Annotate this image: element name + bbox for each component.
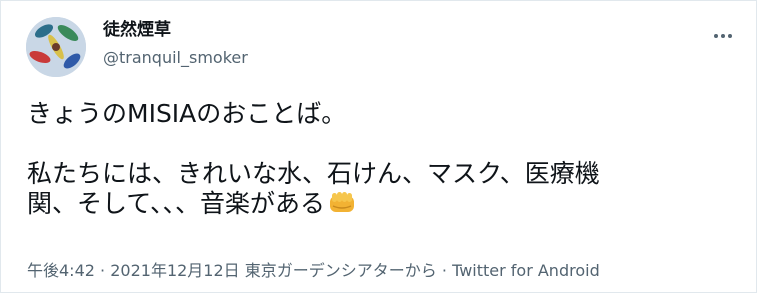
display-name[interactable]: 徒然煙草: [103, 18, 171, 42]
tweet-text: きょうのMISIAのおことば。 私たちには、きれいな水、石けん、マスク、医療機 …: [27, 99, 727, 219]
meta-separator: ·: [100, 261, 106, 280]
more-icon-glyph: [714, 34, 732, 38]
more-icon[interactable]: [710, 23, 736, 49]
tweet-location[interactable]: 東京ガーデンシアターから: [245, 261, 437, 280]
avatar[interactable]: [26, 17, 86, 77]
tweet-meta: 午後4:42 · 2021年12月12日 東京ガーデンシアターから · Twit…: [27, 259, 600, 283]
tweet-date[interactable]: 2021年12月12日: [110, 261, 239, 280]
tweet-time[interactable]: 午後4:42: [27, 261, 95, 280]
tweet-text-line-1: きょうのMISIAのおことば。: [27, 99, 347, 128]
tweet-card: 徒然煙草 @tranquil_smoker きょうのMISIAのおことば。 私た…: [0, 0, 757, 293]
meta-separator: ·: [441, 261, 447, 280]
tweet-source[interactable]: Twitter for Android: [452, 261, 600, 280]
tweet-text-line-2: 私たちには、きれいな水、石けん、マスク、医療機: [27, 159, 600, 188]
fist-emoji-icon: [327, 189, 357, 217]
user-handle[interactable]: @tranquil_smoker: [103, 46, 248, 70]
tweet-text-line-3: 関、そして、、、音楽がある: [27, 189, 326, 218]
avatar-image: [26, 17, 86, 77]
